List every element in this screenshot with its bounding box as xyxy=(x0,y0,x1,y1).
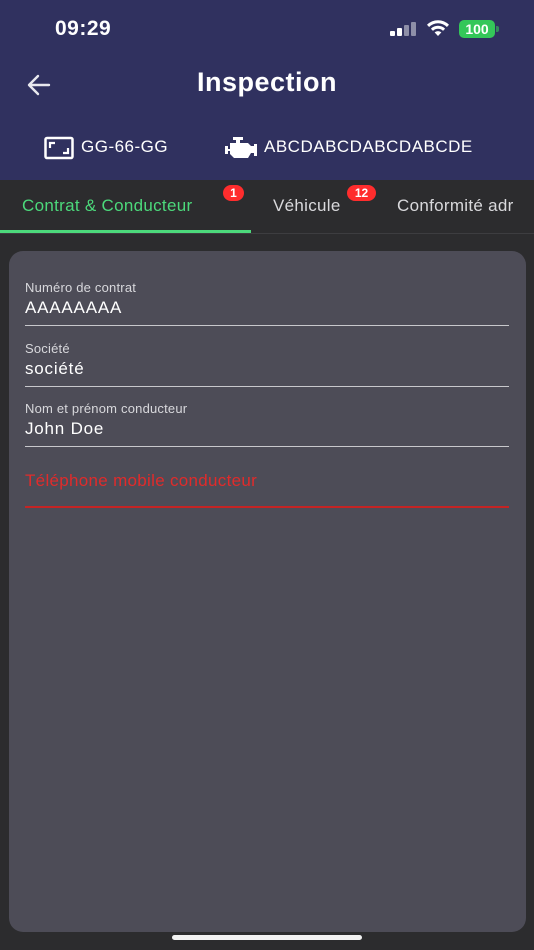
page-title: Inspection xyxy=(196,67,337,97)
cellular-signal-icon xyxy=(390,22,418,36)
status-time: 09:29 xyxy=(55,17,112,40)
field-underline-error xyxy=(25,506,509,508)
field-underline xyxy=(25,446,509,447)
tab-conformite-adr[interactable]: Conformité adr xyxy=(381,180,534,233)
engine-icon xyxy=(225,137,257,158)
battery-nub xyxy=(496,26,499,32)
driver-mobile-field[interactable]: Téléphone mobile conducteur xyxy=(25,471,509,511)
field-label: Nom et prénom conducteur xyxy=(25,401,188,416)
tab-label: Contrat & Conducteur xyxy=(22,196,193,215)
status-bar: 09:29 100 xyxy=(0,0,534,58)
active-tab-indicator xyxy=(0,230,251,233)
license-plate-text: GG-66-GG xyxy=(81,137,169,156)
contract-number-field[interactable]: Numéro de contrat AAAAAAAA xyxy=(25,280,509,328)
field-value: John Doe xyxy=(25,419,105,438)
company-field[interactable]: Société société xyxy=(25,341,509,389)
tab-vehicule[interactable]: Véhicule 12 xyxy=(251,180,381,233)
vehicle-identity-row: GG-66-GG ABCDABCDABCDABCDE xyxy=(0,134,534,162)
license-plate-icon xyxy=(44,136,74,160)
battery-icon: 100 xyxy=(459,20,495,38)
home-indicator[interactable] xyxy=(172,935,362,940)
tab-badge: 12 xyxy=(347,185,376,201)
engine-number-text: ABCDABCDABCDABCDE xyxy=(264,137,473,156)
field-underline xyxy=(25,386,509,387)
tab-contrat-conducteur[interactable]: Contrat & Conducteur 1 xyxy=(0,180,251,233)
field-value: société xyxy=(25,359,85,378)
field-label-error: Téléphone mobile conducteur xyxy=(25,471,258,490)
tab-badge: 1 xyxy=(223,185,244,201)
field-underline xyxy=(25,325,509,326)
driver-name-field[interactable]: Nom et prénom conducteur John Doe xyxy=(25,401,509,449)
tab-label: Conformité adr xyxy=(397,196,514,215)
tab-label: Véhicule xyxy=(273,196,341,215)
app-header: 09:29 100 Inspection GG-66-GG ABCDABCDAB… xyxy=(0,0,534,180)
tab-bar: Contrat & Conducteur 1 Véhicule 12 Confo… xyxy=(0,180,534,234)
field-label: Numéro de contrat xyxy=(25,280,137,295)
field-label: Société xyxy=(25,341,70,356)
field-value: AAAAAAAA xyxy=(25,298,123,317)
wifi-icon xyxy=(427,20,449,36)
